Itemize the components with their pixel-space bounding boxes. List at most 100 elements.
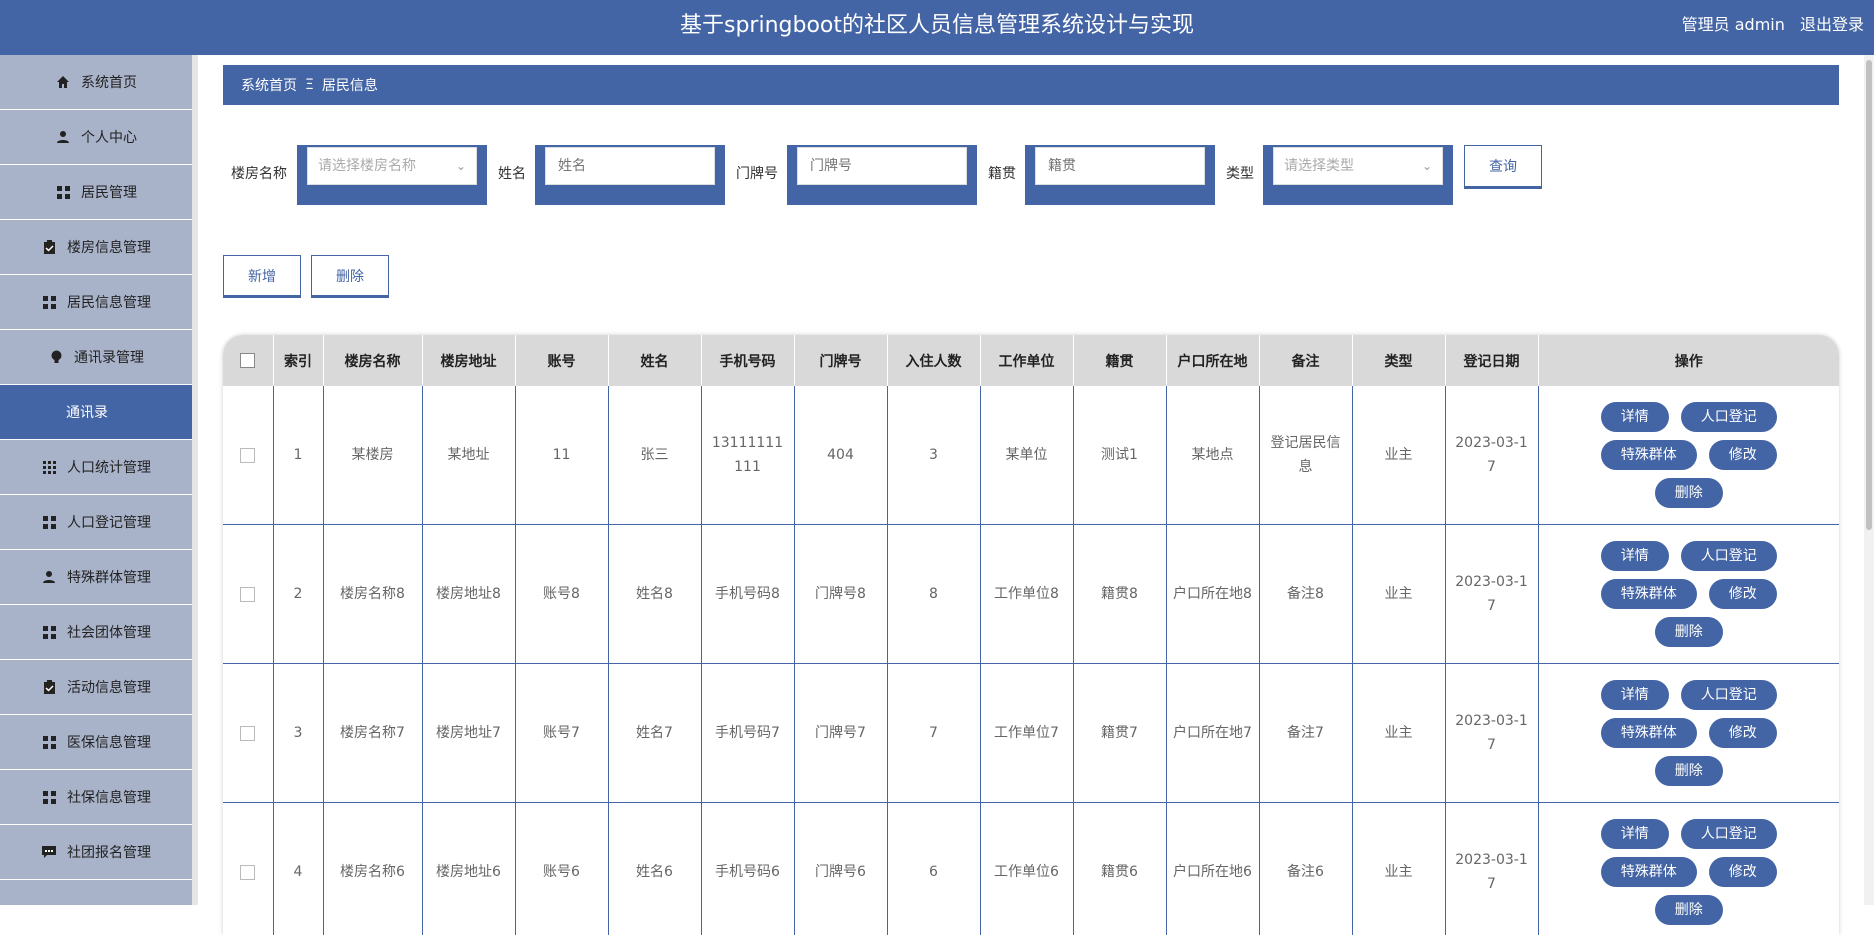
- row-delete-button[interactable]: 删除: [1655, 478, 1723, 508]
- cell-origin: 测试1: [1073, 386, 1166, 525]
- data-table: 索引楼房名称楼房地址账号姓名手机号码门牌号入住人数工作单位籍贯户口所在地备注类型…: [223, 335, 1839, 935]
- cell-ops: 详情人口登记特殊群体修改删除: [1538, 525, 1839, 664]
- origin-input[interactable]: [1046, 148, 1208, 184]
- type-select[interactable]: 请选择类型 ⌄: [1273, 147, 1443, 185]
- sidebar-item-3[interactable]: 居民管理: [0, 165, 192, 220]
- cell-address: 楼房地址7: [422, 664, 515, 803]
- row-checkbox[interactable]: [223, 803, 273, 935]
- sidebar-item-1[interactable]: 系统首页: [0, 55, 192, 110]
- row-checkbox[interactable]: [223, 664, 273, 803]
- row-delete-button[interactable]: 删除: [1655, 895, 1723, 925]
- cell-work: 工作单位8: [980, 525, 1073, 664]
- sidebar-item-label: 医保信息管理: [67, 732, 151, 752]
- edit-button[interactable]: 修改: [1709, 857, 1777, 887]
- select-all-checkbox[interactable]: [223, 335, 273, 386]
- user-icon: [41, 569, 57, 585]
- cell-index: 4: [273, 803, 323, 935]
- cell-work: 某单位: [980, 386, 1073, 525]
- cell-hukou: 户口所在地8: [1166, 525, 1259, 664]
- cell-phone: 手机号码6: [701, 803, 794, 935]
- special-group-button[interactable]: 特殊群体: [1601, 440, 1697, 470]
- cell-door: 门牌号7: [794, 664, 887, 803]
- delete-button[interactable]: 删除: [311, 255, 389, 296]
- chat-icon: [41, 844, 57, 860]
- cell-count: 8: [887, 525, 980, 664]
- name-input[interactable]: [556, 148, 718, 184]
- table-body: 1某楼房某地址11张三131111111114043某单位测试1某地点登记居民信…: [223, 386, 1839, 935]
- sidebar-item-2[interactable]: 个人中心: [0, 110, 192, 165]
- special-group-button[interactable]: 特殊群体: [1601, 718, 1697, 748]
- cell-name: 姓名8: [608, 525, 701, 664]
- detail-button[interactable]: 详情: [1601, 819, 1669, 849]
- origin-input-box: [1025, 145, 1215, 205]
- column-header: 楼房地址: [422, 335, 515, 386]
- add-button[interactable]: 新增: [223, 255, 301, 296]
- logout-link[interactable]: 退出登录: [1800, 15, 1864, 34]
- special-group-button[interactable]: 特殊群体: [1601, 857, 1697, 887]
- row-checkbox[interactable]: [223, 386, 273, 525]
- cell-hukou: 户口所在地6: [1166, 803, 1259, 935]
- grid9-icon: [41, 459, 57, 475]
- cell-index: 2: [273, 525, 323, 664]
- sidebar-item-15[interactable]: 社团报名管理: [0, 825, 192, 880]
- sidebar-item-13[interactable]: 医保信息管理: [0, 715, 192, 770]
- register-button[interactable]: 人口登记: [1681, 680, 1777, 710]
- cell-account: 账号8: [515, 525, 608, 664]
- building-select[interactable]: 请选择楼房名称 ⌄: [307, 147, 477, 185]
- register-button[interactable]: 人口登记: [1681, 402, 1777, 432]
- cell-origin: 籍贯7: [1073, 664, 1166, 803]
- special-group-button[interactable]: 特殊群体: [1601, 579, 1697, 609]
- origin-label: 籍贯: [988, 163, 1016, 183]
- register-button[interactable]: 人口登记: [1681, 541, 1777, 571]
- sidebar-item-label: 人口统计管理: [67, 457, 151, 477]
- cell-origin: 籍贯6: [1073, 803, 1166, 935]
- sidebar-item-9[interactable]: 人口登记管理: [0, 495, 192, 550]
- sidebar-item-4[interactable]: 楼房信息管理: [0, 220, 192, 275]
- detail-button[interactable]: 详情: [1601, 541, 1669, 571]
- sidebar-item-label: 特殊群体管理: [67, 567, 151, 587]
- door-input[interactable]: [808, 148, 970, 184]
- top-header: 基于springboot的社区人员信息管理系统设计与实现 管理员 admin 退…: [0, 0, 1874, 55]
- sidebar-item-11[interactable]: 社会团体管理: [0, 605, 192, 660]
- sidebar-item-8[interactable]: 人口统计管理: [0, 440, 192, 495]
- edit-button[interactable]: 修改: [1709, 440, 1777, 470]
- row-checkbox[interactable]: [223, 525, 273, 664]
- cell-count: 6: [887, 803, 980, 935]
- edit-button[interactable]: 修改: [1709, 579, 1777, 609]
- sidebar-item-6[interactable]: 通讯录管理: [0, 330, 192, 385]
- sidebar-item-5[interactable]: 居民信息管理: [0, 275, 192, 330]
- sidebar-item-14[interactable]: 社保信息管理: [0, 770, 192, 825]
- grid-icon: [41, 624, 57, 640]
- column-header: 入住人数: [887, 335, 980, 386]
- cell-note: 备注8: [1259, 525, 1352, 664]
- sidebar-item-12[interactable]: 活动信息管理: [0, 660, 192, 715]
- cell-account: 账号7: [515, 664, 608, 803]
- column-header: 备注: [1259, 335, 1352, 386]
- column-header: 手机号码: [701, 335, 794, 386]
- cell-door: 门牌号6: [794, 803, 887, 935]
- cell-note: 备注6: [1259, 803, 1352, 935]
- cell-name: 姓名7: [608, 664, 701, 803]
- register-button[interactable]: 人口登记: [1681, 819, 1777, 849]
- breadcrumb-home[interactable]: 系统首页: [241, 75, 297, 95]
- cell-name: 姓名6: [608, 803, 701, 935]
- origin-field: [1035, 147, 1205, 185]
- sidebar-item-label: 楼房信息管理: [67, 237, 151, 257]
- table-row: 3楼房名称7楼房地址7账号7姓名7手机号码7门牌号77工作单位7籍贯7户口所在地…: [223, 664, 1839, 803]
- sidebar-item-10[interactable]: 特殊群体管理: [0, 550, 192, 605]
- cell-note: 备注7: [1259, 664, 1352, 803]
- detail-button[interactable]: 详情: [1601, 402, 1669, 432]
- cell-door: 404: [794, 386, 887, 525]
- row-delete-button[interactable]: 删除: [1655, 756, 1723, 786]
- page-scrollbar-thumb[interactable]: [1866, 60, 1872, 530]
- query-button[interactable]: 查询: [1464, 145, 1542, 187]
- cell-door: 门牌号8: [794, 525, 887, 664]
- column-header: 门牌号: [794, 335, 887, 386]
- cell-work: 工作单位7: [980, 664, 1073, 803]
- detail-button[interactable]: 详情: [1601, 680, 1669, 710]
- edit-button[interactable]: 修改: [1709, 718, 1777, 748]
- row-delete-button[interactable]: 删除: [1655, 617, 1723, 647]
- sidebar-item-7[interactable]: 通讯录: [0, 385, 192, 440]
- cell-date: 2023-03-17: [1445, 803, 1538, 935]
- sidebar-item-label: 居民管理: [81, 182, 137, 202]
